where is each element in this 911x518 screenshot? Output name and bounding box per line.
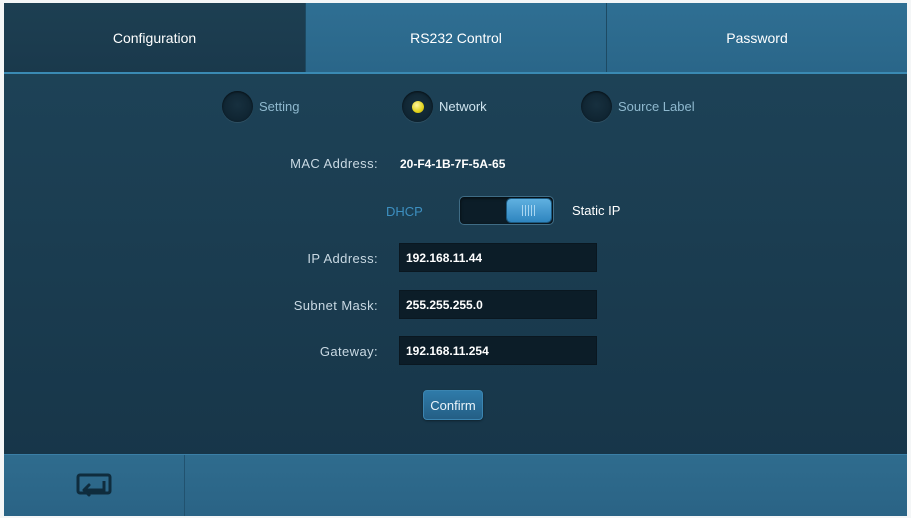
subtab-source-label[interactable]: Source Label (581, 90, 695, 122)
subtab-setting[interactable]: Setting (222, 90, 300, 122)
gateway-input[interactable]: 192.168.11.254 (399, 336, 597, 365)
dhcp-static-toggle[interactable] (459, 196, 554, 225)
toggle-knob[interactable] (507, 199, 551, 222)
tab-rs232-control[interactable]: RS232 Control (306, 3, 607, 72)
tab-configuration[interactable]: Configuration (4, 3, 306, 72)
bottom-bar (4, 454, 907, 516)
ip-address-input[interactable]: 192.168.11.44 (399, 243, 597, 272)
tab-password[interactable]: Password (607, 3, 907, 72)
static-ip-label: Static IP (572, 203, 621, 218)
confirm-button-label: Confirm (430, 397, 476, 413)
ip-address-label: IP Address: (307, 251, 378, 266)
subnet-mask-label: Subnet Mask: (293, 298, 378, 313)
main-tabs: Configuration RS232 Control Password (4, 3, 907, 72)
subnet-mask-input[interactable]: 255.255.255.0 (399, 290, 597, 319)
radio-selected-dot (412, 100, 424, 113)
subtab-network[interactable]: Network (402, 90, 487, 122)
app-window: Configuration RS232 Control Password Set… (4, 3, 907, 516)
dhcp-label: DHCP (386, 204, 423, 219)
tab-password-label: Password (726, 29, 788, 46)
tab-rs232-control-label: RS232 Control (410, 29, 502, 46)
return-button[interactable] (4, 455, 185, 516)
subtab-source-label-label: Source Label (618, 98, 695, 114)
return-icon (76, 473, 112, 499)
mac-address-label: MAC Address: (290, 156, 378, 171)
subtab-setting-label: Setting (259, 98, 300, 114)
radio-network[interactable] (402, 90, 433, 122)
tab-divider (4, 72, 907, 74)
subtab-network-label: Network (439, 98, 487, 114)
mac-address-value: 20-F4-1B-7F-5A-65 (400, 157, 506, 171)
radio-setting[interactable] (222, 90, 253, 122)
confirm-button[interactable]: Confirm (423, 390, 483, 420)
tab-configuration-label: Configuration (112, 29, 197, 46)
radio-source-label[interactable] (581, 90, 612, 122)
gateway-label: Gateway: (319, 344, 378, 359)
